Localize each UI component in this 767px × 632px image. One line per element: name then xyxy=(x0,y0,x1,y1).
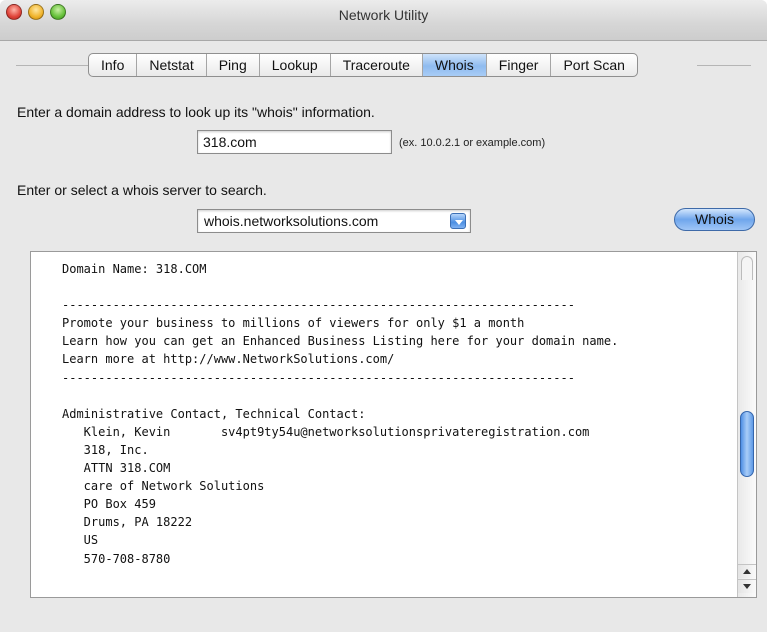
whois-server-combobox[interactable]: whois.networksolutions.com xyxy=(197,209,471,233)
tab-divider-left xyxy=(16,65,88,66)
tab-info[interactable]: Info xyxy=(89,54,138,76)
server-prompt-label: Enter or select a whois server to search… xyxy=(17,182,267,198)
domain-input[interactable] xyxy=(197,130,392,154)
chevron-down-icon[interactable] xyxy=(450,213,466,229)
scroll-up-arrow-icon[interactable] xyxy=(738,564,756,578)
tab-netstat[interactable]: Netstat xyxy=(137,54,207,76)
scroll-thumb[interactable] xyxy=(740,411,754,477)
tab-finger[interactable]: Finger xyxy=(487,54,552,76)
whois-server-value: whois.networksolutions.com xyxy=(204,213,379,229)
whois-button[interactable]: Whois xyxy=(674,208,755,231)
tab-ping[interactable]: Ping xyxy=(207,54,260,76)
domain-prompt-label: Enter a domain address to look up its "w… xyxy=(17,104,375,120)
domain-hint-text: (ex. 10.0.2.1 or example.com) xyxy=(399,137,546,149)
tab-port-scan[interactable]: Port Scan xyxy=(551,54,636,76)
title-bar: Network Utility xyxy=(0,0,767,41)
scroll-track-top-cap xyxy=(741,256,753,280)
scroll-down-arrow-icon[interactable] xyxy=(738,579,756,593)
network-utility-window: Network Utility Info Netstat Ping Lookup… xyxy=(0,0,767,632)
tab-bar: Info Netstat Ping Lookup Traceroute Whoi… xyxy=(88,53,638,77)
whois-output-textview[interactable]: Domain Name: 318.COM -------------------… xyxy=(30,251,757,598)
tab-divider-right xyxy=(697,65,751,66)
whois-output-text: Domain Name: 318.COM -------------------… xyxy=(62,262,619,566)
vertical-scrollbar[interactable] xyxy=(737,252,756,597)
tab-whois[interactable]: Whois xyxy=(422,54,487,76)
window-title: Network Utility xyxy=(338,7,429,23)
tab-traceroute[interactable]: Traceroute xyxy=(331,54,423,76)
tab-lookup[interactable]: Lookup xyxy=(260,54,331,76)
